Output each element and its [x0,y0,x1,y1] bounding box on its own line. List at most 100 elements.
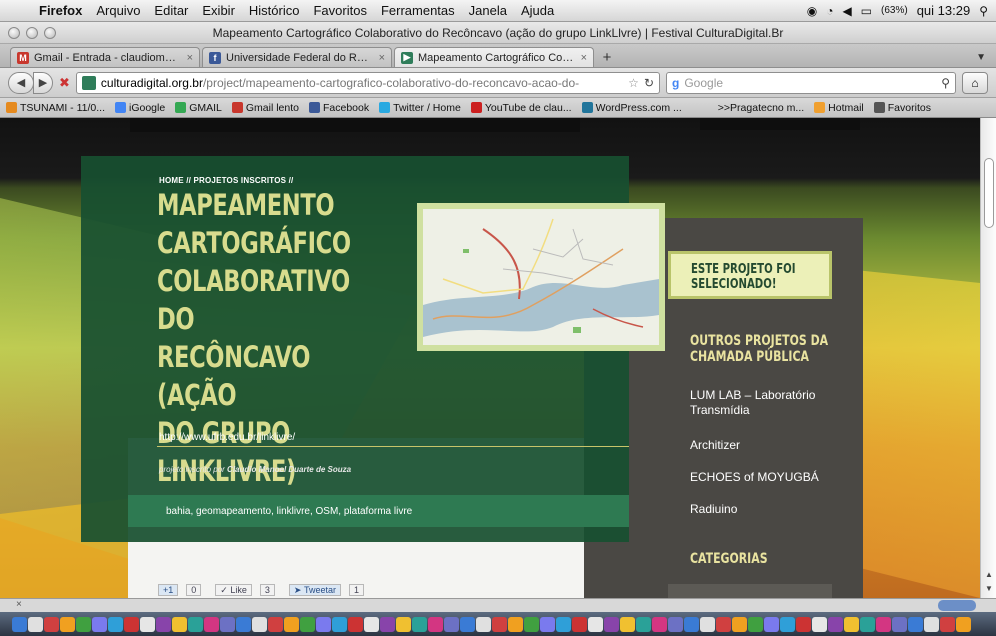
menu-arquivo[interactable]: Arquivo [96,3,140,18]
dock-app-icon[interactable] [492,616,507,632]
dock-app-icon[interactable] [92,616,107,632]
tab-list-chevron-icon[interactable]: ▼ [976,52,986,63]
bookmark-item[interactable]: WordPress.com ... [581,102,682,114]
dock-app-icon[interactable] [412,616,427,632]
addon-status-icon[interactable] [938,600,976,611]
dock-app-icon[interactable] [796,616,811,632]
zoom-window-button[interactable] [44,26,56,39]
dock-app-icon[interactable] [236,616,251,632]
bookmark-star-icon[interactable]: ☆ [628,76,639,90]
dock-app-icon[interactable] [588,616,603,632]
dock-app-icon[interactable] [140,616,155,632]
dock-app-icon[interactable] [28,616,43,632]
dock-app-icon[interactable] [476,616,491,632]
dock-app-icon[interactable] [300,616,315,632]
dock-app-icon[interactable] [156,616,171,632]
dock-app-icon[interactable] [172,616,187,632]
other-project-link[interactable]: Architizer [690,438,740,453]
bookmark-item[interactable]: GMAIL [175,102,222,114]
dock-app-icon[interactable] [732,616,747,632]
plusone-button[interactable]: +1 [158,584,179,596]
dock-app-icon[interactable] [556,616,571,632]
dock-app-icon[interactable] [12,616,27,632]
status-app-icon[interactable]: ◉ [807,4,817,18]
other-project-link[interactable]: LUM LAB – Laboratório Transmídia [690,388,815,418]
bookmark-item[interactable]: Favoritos [873,102,931,114]
dock-app-icon[interactable] [652,616,667,632]
project-link[interactable]: http://www.ufrb.edu.br/linklivre/ [159,432,295,443]
close-window-button[interactable] [8,26,20,39]
breadcrumb[interactable]: HOME // PROJETOS INSCRITOS // [159,176,293,185]
dock-app-icon[interactable] [508,616,523,632]
tweet-button[interactable]: ➤ Tweetar [288,584,341,596]
dock-app-icon[interactable] [780,616,795,632]
google-icon[interactable]: g [672,76,679,90]
tab-mapeamento[interactable]: ▶ Mapeamento Cartográfico Cola... × [394,47,594,67]
wifi-icon[interactable]: ◔ [826,4,833,18]
scrollbar-thumb[interactable] [984,158,994,228]
menu-app-firefox[interactable]: Firefox [39,3,82,18]
dock-app-icon[interactable] [316,616,331,632]
spotlight-icon[interactable]: ⚲ [979,4,988,18]
scroll-down-arrow-icon[interactable]: ▼ [981,584,996,598]
dock-app-icon[interactable] [620,616,635,632]
bookmark-item[interactable]: iGoogle [115,102,165,114]
dock-app-icon[interactable] [908,616,923,632]
bookmark-item[interactable]: Twitter / Home [379,102,461,114]
minimize-window-button[interactable] [26,26,38,39]
dock-app-icon[interactable] [844,616,859,632]
menu-editar[interactable]: Editar [154,3,188,18]
dock-app-icon[interactable] [76,616,91,632]
url-bar[interactable]: culturadigital.org.br/project/mapeamento… [75,71,660,94]
menu-historico[interactable]: Histórico [249,3,300,18]
reload-icon[interactable]: ↻ [644,76,654,90]
scroll-up-arrow-icon[interactable]: ▲ [981,570,996,584]
dock-app-icon[interactable] [716,616,731,632]
dock-app-icon[interactable] [380,616,395,632]
project-map-image[interactable] [417,203,665,351]
menubar-clock[interactable]: qui 13:29 [917,3,971,18]
dock-app-icon[interactable] [764,616,779,632]
dock-app-icon[interactable] [348,616,363,632]
site-identity-icon[interactable] [81,75,96,90]
dock-app-icon[interactable] [220,616,235,632]
dock-app-icon[interactable] [44,616,59,632]
close-tab-icon[interactable]: × [379,52,385,64]
dock-app-icon[interactable] [428,616,443,632]
battery-icon[interactable]: ▭ [861,4,872,18]
menu-ajuda[interactable]: Ajuda [521,3,554,18]
close-statusbar-icon[interactable]: × [16,599,22,610]
dock-app-icon[interactable] [812,616,827,632]
dock-app-icon[interactable] [684,616,699,632]
dock-app-icon[interactable] [396,616,411,632]
dock-app-icon[interactable] [636,616,651,632]
byline-author[interactable]: Claudio Manoel Duarte de Souza [227,465,351,474]
home-button[interactable]: ⌂ [962,71,988,94]
search-input[interactable]: g Google ⚲ [666,71,956,94]
dock-app-icon[interactable] [540,616,555,632]
bookmark-item[interactable]: Hotmail [814,102,864,114]
new-tab-button[interactable]: + [596,47,618,67]
dock-app-icon[interactable] [188,616,203,632]
dock-app-icon[interactable] [460,616,475,632]
tab-ufrb[interactable]: f Universidade Federal do Recônc... × [202,47,392,67]
dock-app-icon[interactable] [572,616,587,632]
menu-janela[interactable]: Janela [469,3,507,18]
project-tags[interactable]: bahia, geomapeamento, linklivre, OSM, pl… [128,495,629,527]
bookmark-item[interactable]: Gmail lento [231,102,299,114]
menu-ferramentas[interactable]: Ferramentas [381,3,455,18]
like-button[interactable]: ✓ Like [215,584,252,596]
menu-favoritos[interactable]: Favoritos [313,3,366,18]
bookmark-item[interactable]: >>Pragatecno m... [718,102,804,114]
tab-gmail[interactable]: M Gmail - Entrada - claudiomano... × [10,47,200,67]
dock-app-icon[interactable] [252,616,267,632]
category-item[interactable] [668,584,832,598]
dock-app-icon[interactable] [668,616,683,632]
bookmark-item[interactable]: TSUNAMI - 11/0... [6,102,105,114]
bookmark-item[interactable]: Facebook [309,102,369,114]
other-project-link[interactable]: Radiuino [690,502,737,517]
dock-app-icon[interactable] [268,616,283,632]
dock-app-icon[interactable] [748,616,763,632]
volume-icon[interactable]: ◀ [842,4,851,18]
dock-app-icon[interactable] [444,616,459,632]
